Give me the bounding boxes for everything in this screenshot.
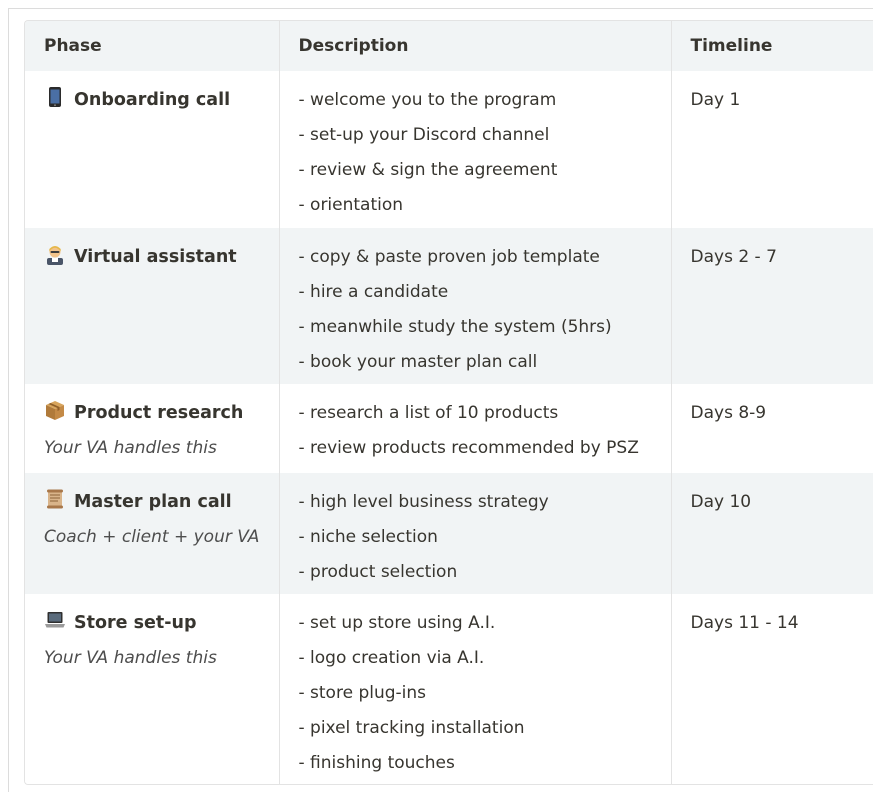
scroll-icon [47, 489, 63, 509]
description-cell: - high level business strategy - niche s… [278, 473, 671, 594]
phase-title: Product research [44, 396, 279, 431]
list-item: - store plug-ins [298, 683, 427, 703]
description-list: - research a list of 10 products - revie… [299, 396, 671, 466]
laptop-icon [45, 612, 65, 628]
description-list: - copy & paste proven job template - hir… [299, 240, 671, 380]
phase-title: Master plan call [44, 485, 279, 520]
timeline-cell: Days 2 - 7 [670, 228, 873, 384]
phase-title-text: Onboarding call [74, 90, 231, 110]
phase-title-text: Virtual assistant [74, 247, 237, 267]
table-row: Master plan call Coach + client + your V… [25, 473, 873, 594]
phase-title: Store set-up [44, 606, 279, 641]
mobile-phone-icon [49, 87, 61, 107]
description-list: - welcome you to the program - set-up yo… [299, 83, 671, 223]
phase-cell: Onboarding call [25, 71, 279, 228]
list-item: - meanwhile study the system (5hrs) [298, 317, 612, 337]
phase-title-text: Product research [74, 403, 244, 423]
table-row: Onboarding call - welcome you to the pro… [25, 71, 873, 228]
list-item: - welcome you to the program [298, 90, 557, 110]
list-item: - logo creation via A.I. [298, 648, 485, 668]
office-worker-icon [47, 246, 63, 265]
timeline-cell: Day 10 [670, 473, 873, 594]
description-cell: - copy & paste proven job template - hir… [278, 228, 671, 384]
phase-cell: Virtual assistant [25, 228, 279, 384]
table-row: Virtual assistant - copy & paste proven … [25, 228, 873, 384]
description-cell: - welcome you to the program - set-up yo… [278, 71, 671, 228]
list-item: - set-up your Discord channel [298, 125, 550, 145]
phase-cell: Master plan call Coach + client + your V… [25, 473, 279, 594]
table-header-row: Phase Description Timeline [25, 21, 873, 71]
list-item: - review products recommended by PSZ [298, 438, 639, 458]
timeline-cell: Days 11 - 14 [670, 594, 873, 784]
list-item: - review & sign the agreement [298, 160, 558, 180]
list-item: - copy & paste proven job template [298, 247, 600, 267]
list-item: - set up store using A.I. [298, 613, 496, 633]
list-item: - high level business strategy [298, 492, 549, 512]
description-cell: - research a list of 10 products - revie… [278, 384, 671, 473]
list-item: - product selection [298, 562, 458, 582]
list-item: - niche selection [298, 527, 438, 547]
phase-cell: Store set-up Your VA handles this [25, 594, 279, 784]
timeline-cell: Day 1 [670, 71, 873, 228]
phase-subtitle: Your VA handles this [44, 648, 217, 668]
description-list: - set up store using A.I. - logo creatio… [299, 606, 671, 781]
list-item: - book your master plan call [298, 352, 538, 372]
list-item: - hire a candidate [298, 282, 449, 302]
header-timeline: Timeline [670, 21, 873, 71]
description-cell: - set up store using A.I. - logo creatio… [278, 594, 671, 784]
phase-subtitle: Your VA handles this [44, 438, 217, 458]
phase-table-container: Phase Description Timeline Onboarding ca… [24, 20, 873, 785]
table-row: Product research Your VA handles this - … [25, 384, 873, 473]
header-phase: Phase [44, 36, 102, 56]
phase-cell: Product research Your VA handles this [25, 384, 279, 473]
phase-title: Virtual assistant [44, 240, 279, 275]
phase-title: Onboarding call [44, 83, 279, 118]
phase-title-text: Store set-up [74, 613, 197, 633]
phase-title-text: Master plan call [74, 492, 232, 512]
table-row: Store set-up Your VA handles this - set … [25, 594, 873, 784]
list-item: - finishing touches [298, 753, 455, 773]
description-list: - high level business strategy - niche s… [299, 485, 671, 590]
phase-subtitle: Coach + client + your VA [44, 527, 260, 547]
list-item: - research a list of 10 products [298, 403, 559, 423]
list-item: - pixel tracking installation [298, 718, 525, 738]
package-icon [46, 401, 64, 420]
list-item: - orientation [298, 195, 404, 215]
phase-table: Phase Description Timeline Onboarding ca… [25, 21, 873, 784]
timeline-cell: Days 8-9 [670, 384, 873, 473]
header-description: Description [278, 21, 671, 71]
